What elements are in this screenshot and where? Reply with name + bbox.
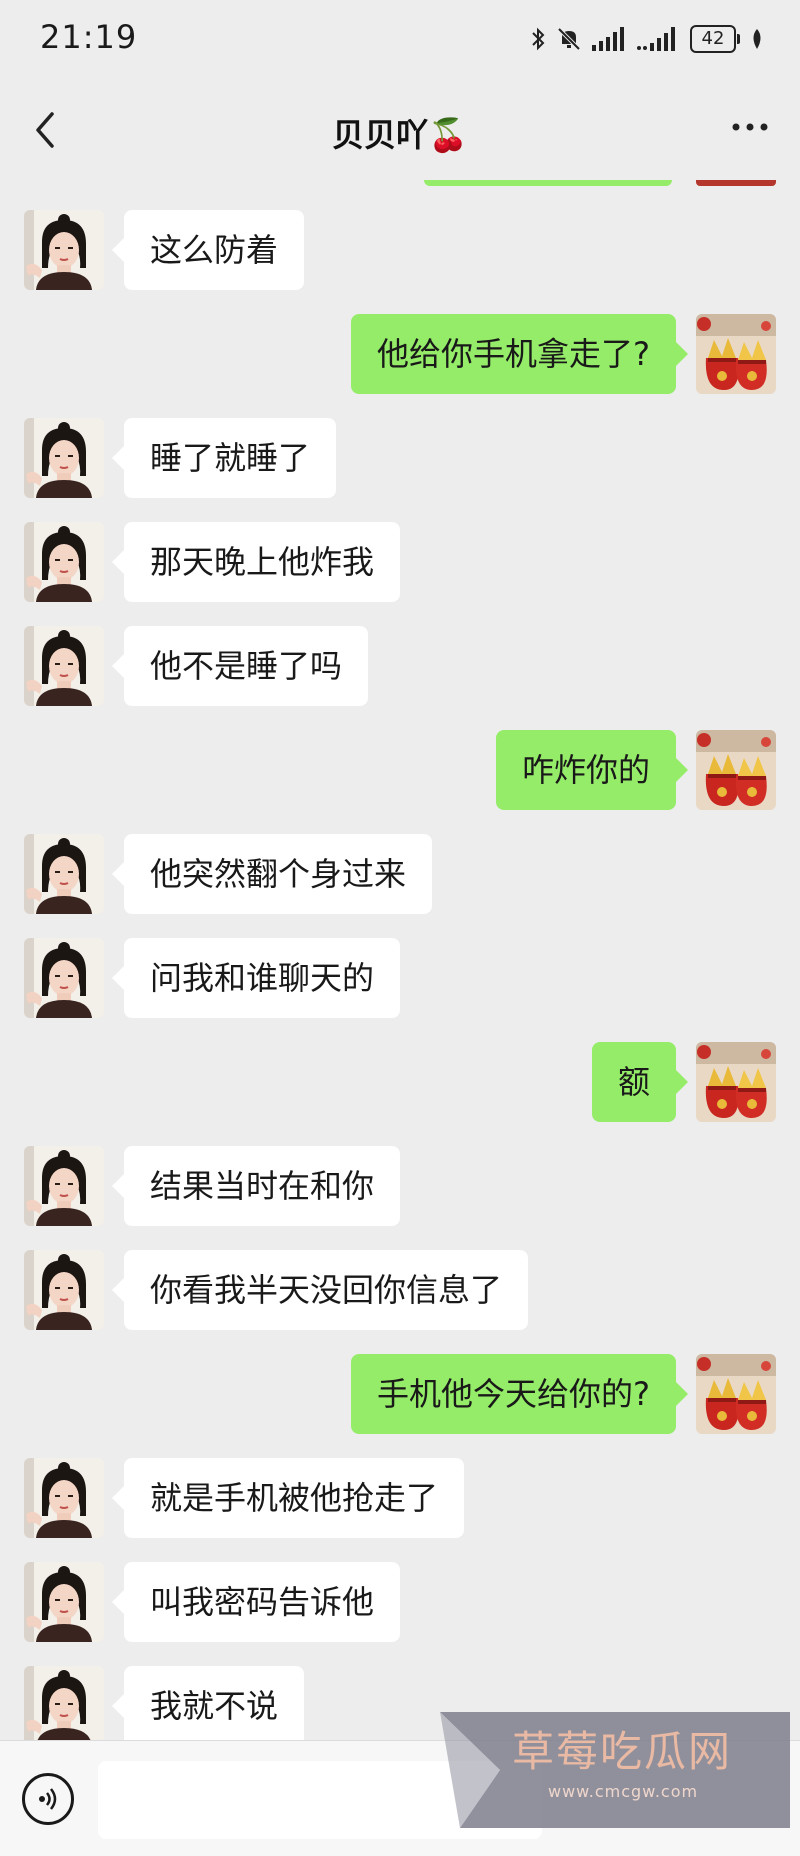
contact-avatar[interactable]: [24, 626, 104, 706]
outgoing-message-bubble[interactable]: 他给你手机拿走了?: [351, 314, 688, 394]
contact-avatar[interactable]: [24, 834, 104, 914]
contact-avatar[interactable]: [24, 210, 104, 290]
outgoing-message-bubble[interactable]: 手机他今天给你的?: [351, 1354, 688, 1434]
incoming-message-bubble[interactable]: 问我和谁聊天的: [111, 938, 401, 1018]
battery-level: 42: [690, 25, 736, 53]
incoming-message-bubble[interactable]: 那天晚上他炸我: [111, 522, 401, 602]
battery-icon: 42: [690, 25, 740, 53]
chat-history[interactable]: 这么防着 他给你手机拿走了? 睡了就睡了那天晚上他炸我 他不是睡了吗咋炸你的 他突然翻个…: [0, 180, 800, 1740]
leaf-icon: [753, 29, 761, 49]
chat-title: 贝贝吖🍒: [332, 116, 468, 154]
my-avatar[interactable]: [696, 1042, 776, 1122]
my-avatar[interactable]: [696, 730, 776, 810]
status-bar: 21:19 42: [0, 0, 800, 80]
contact-avatar[interactable]: [24, 1250, 104, 1330]
contact-avatar[interactable]: [24, 1458, 104, 1538]
status-icons: 42: [530, 22, 764, 56]
my-avatar[interactable]: [696, 314, 776, 394]
signal-icon: [592, 27, 624, 51]
incoming-message-bubble[interactable]: 睡了就睡了: [111, 418, 337, 498]
contact-avatar[interactable]: [24, 418, 104, 498]
outgoing-message-bubble[interactable]: 额: [591, 1042, 689, 1122]
my-avatar[interactable]: [696, 1354, 776, 1434]
contact-avatar[interactable]: [24, 522, 104, 602]
signal-icon: [637, 27, 675, 51]
bluetooth-icon: [532, 27, 545, 51]
nav-bar: 贝贝吖🍒: [0, 80, 800, 180]
contact-avatar[interactable]: [24, 938, 104, 1018]
outgoing-message-bubble[interactable]: 咋炸你的: [495, 730, 689, 810]
contact-avatar[interactable]: [24, 1562, 104, 1642]
incoming-message-bubble[interactable]: 这么防着: [111, 210, 305, 290]
incoming-message-bubble[interactable]: 我就不说: [111, 1666, 305, 1740]
incoming-message-bubble[interactable]: 你看我半天没回你信息了: [111, 1250, 529, 1330]
mute-bell-icon: [557, 27, 581, 51]
previous-avatar-edge: [696, 180, 776, 186]
ellipsis-icon[interactable]: [730, 112, 770, 142]
incoming-message-bubble[interactable]: 他突然翻个身过来: [111, 834, 433, 914]
incoming-message-bubble[interactable]: 叫我密码告诉他: [111, 1562, 401, 1642]
incoming-message-bubble[interactable]: 结果当时在和你: [111, 1146, 401, 1226]
watermark-text: 草莓吃瓜网: [512, 1727, 733, 1776]
incoming-message-bubble[interactable]: 就是手机被他抢走了: [111, 1458, 465, 1538]
status-time: 21:19: [40, 18, 138, 56]
incoming-message-bubble[interactable]: 他不是睡了吗: [111, 626, 369, 706]
voice-icon[interactable]: [22, 1773, 74, 1825]
contact-avatar[interactable]: [24, 1146, 104, 1226]
contact-avatar[interactable]: [24, 1666, 104, 1740]
previous-message-edge: [424, 180, 672, 186]
watermark-url: www.cmcgw.com: [548, 1782, 699, 1801]
